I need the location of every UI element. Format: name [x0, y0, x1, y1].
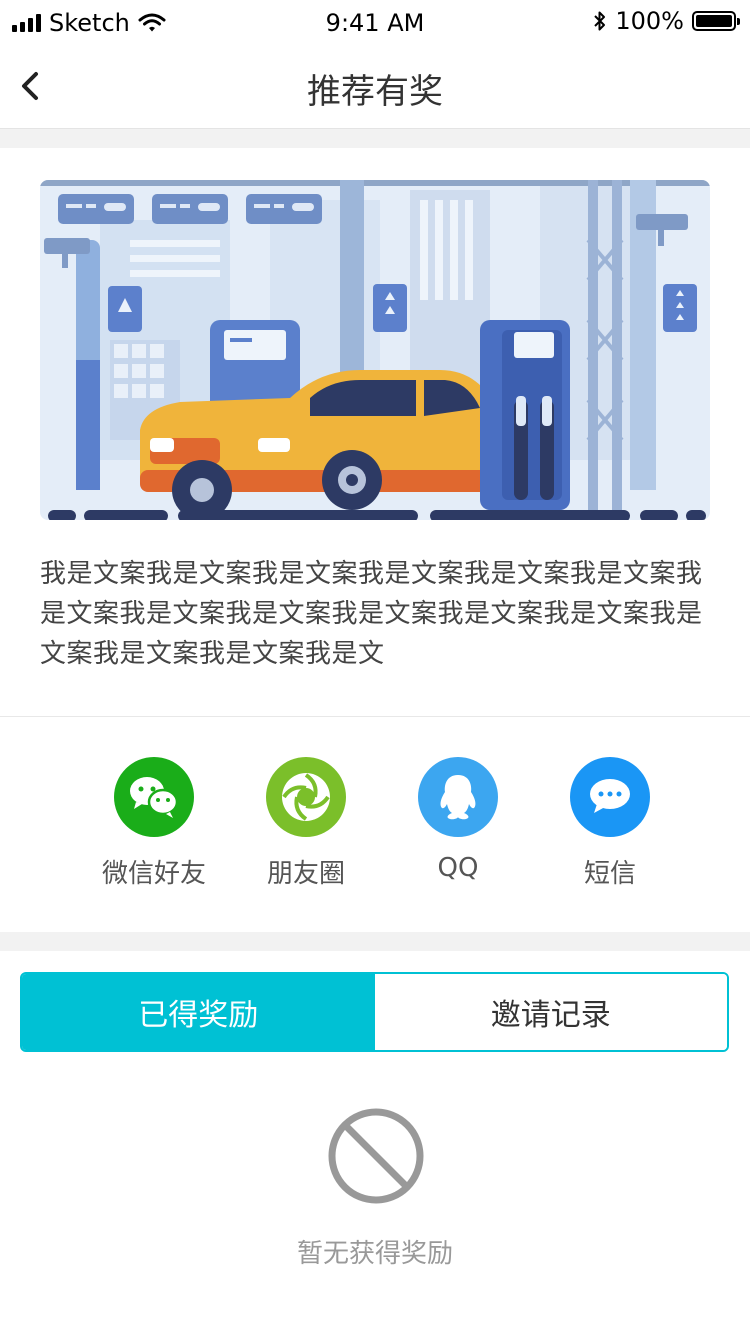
- tab-invite-records[interactable]: 邀请记录: [374, 974, 727, 1050]
- bluetooth-icon: [594, 11, 606, 31]
- battery-icon: [692, 11, 740, 31]
- share-sms-button[interactable]: 短信: [535, 757, 685, 890]
- sms-icon: [570, 757, 650, 837]
- share-label: 微信好友: [101, 859, 206, 889]
- share-label: 短信: [583, 859, 636, 889]
- share-label: 朋友圈: [266, 859, 345, 889]
- page-title: 推荐有奖: [307, 72, 443, 112]
- section-divider: [0, 932, 750, 951]
- section-divider: [0, 129, 750, 148]
- banner-illustration: [40, 180, 710, 520]
- nav-bar: 推荐有奖: [0, 44, 750, 129]
- qq-icon: [418, 757, 498, 837]
- segmented-tabs: 已得奖励 邀请记录: [20, 972, 729, 1052]
- share-moments-button[interactable]: 朋友圈: [231, 757, 381, 890]
- status-bar: Sketch 9:41 AM 100%: [0, 0, 750, 44]
- banner-description: 我是文案我是文案我是文案我是文案我是文案我是文案我是文案我是文案我是文案我是文案…: [40, 559, 703, 669]
- no-entry-icon: [328, 1108, 424, 1204]
- moments-icon: [266, 757, 346, 837]
- share-wechat-button[interactable]: 微信好友: [79, 757, 229, 890]
- empty-state-text: 暂无获得奖励: [296, 1239, 453, 1269]
- divider: [0, 716, 750, 717]
- tab-rewards-earned[interactable]: 已得奖励: [22, 974, 375, 1050]
- wechat-icon: [114, 757, 194, 837]
- share-qq-button[interactable]: QQ: [383, 757, 533, 883]
- share-label: QQ: [437, 853, 479, 883]
- battery-percent: 100%: [615, 7, 684, 35]
